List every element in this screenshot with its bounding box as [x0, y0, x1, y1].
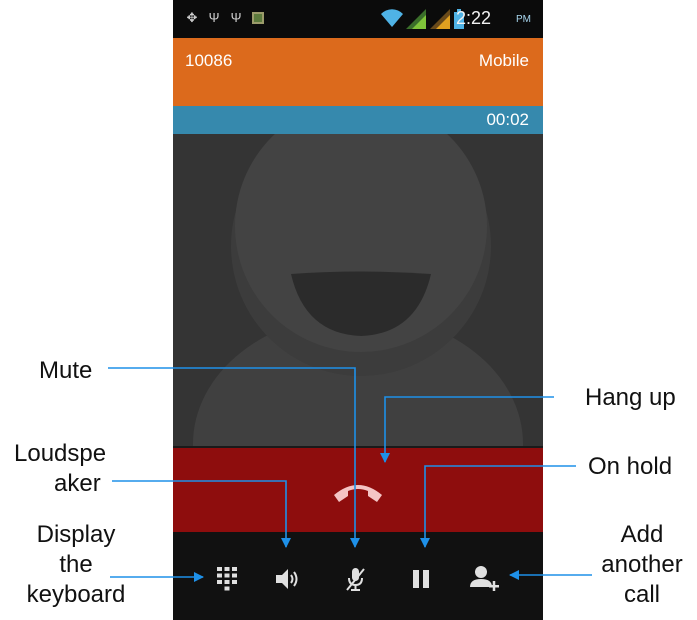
end-call-icon	[334, 485, 382, 502]
call-timer-bar: 00:02	[173, 106, 543, 134]
annotation-line: call	[623, 581, 660, 608]
mute-annotation: Mute	[39, 357, 93, 384]
phone-type-label: Mobile	[478, 51, 529, 70]
call-duration: 00:02	[486, 110, 529, 129]
in-call-toolbar	[173, 532, 543, 620]
speaker-button[interactable]	[269, 562, 305, 596]
annotation-line: the	[59, 551, 93, 578]
contact-photo-area	[173, 134, 543, 446]
image-notification-icon	[251, 11, 265, 25]
wifi-icon	[381, 9, 403, 34]
call-header: 10086 Mobile	[173, 38, 543, 106]
add-contact-icon	[470, 566, 499, 591]
hang-up-annotation: Hang up	[585, 384, 676, 411]
on-hold-annotation: On hold	[588, 453, 673, 480]
signal-icon	[406, 9, 426, 34]
dialpad-button[interactable]	[209, 562, 245, 596]
annotation-line: aker	[54, 470, 101, 497]
usb-icon: Ψ	[230, 10, 242, 25]
annotation-line: Loudspe	[14, 440, 107, 467]
mic-mute-icon	[346, 568, 365, 591]
mute-button[interactable]	[337, 562, 373, 596]
add-call-annotation: Add another call	[588, 520, 696, 610]
speaker-icon	[276, 569, 298, 589]
hold-button[interactable]	[403, 562, 439, 596]
dialpad-icon	[217, 567, 237, 591]
hangup-panel	[173, 446, 543, 532]
annotation-line: keyboard	[26, 581, 126, 608]
annotation-line: Add	[620, 521, 664, 548]
usb-debug-icon: ✥	[186, 10, 198, 25]
loudspeaker-annotation: Loudspe aker	[14, 439, 106, 499]
phone-screen: ✥ Ψ Ψ 2:22 PM 10086 Mobile 00:02	[173, 0, 543, 620]
default-contact-avatar-icon	[193, 134, 523, 446]
usb-icon: Ψ	[208, 10, 220, 25]
status-bar: ✥ Ψ Ψ 2:22 PM	[173, 0, 543, 38]
pause-icon	[413, 570, 429, 588]
annotation-line: Display	[36, 521, 116, 548]
annotation-line: another	[601, 551, 683, 578]
hang-up-button[interactable]	[323, 462, 393, 518]
add-call-button[interactable]	[467, 562, 503, 596]
display-keyboard-annotation: Display the keyboard	[2, 520, 150, 610]
status-time: 2:22	[455, 8, 491, 28]
status-ampm: PM	[516, 14, 531, 25]
caller-number: 10086	[185, 51, 233, 70]
signal-icon	[430, 9, 450, 34]
